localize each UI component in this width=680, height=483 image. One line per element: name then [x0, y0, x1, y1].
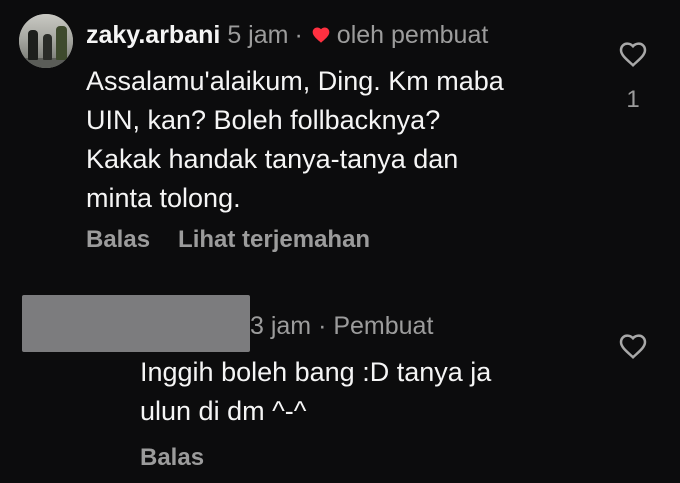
- redacted-avatar-and-username: [22, 295, 250, 352]
- reply-button[interactable]: Balas: [86, 226, 150, 254]
- reply-actions: Balas: [140, 444, 204, 472]
- username[interactable]: zaky.arbani: [86, 21, 220, 50]
- comment-text: Assalamu'alaikum, Ding. Km maba UIN, kan…: [86, 66, 504, 213]
- heart-outline-icon[interactable]: [618, 40, 648, 68]
- see-translation-button[interactable]: Lihat terjemahan: [178, 226, 370, 254]
- comment-header: zaky.arbani 5 jam · oleh pembuat: [86, 17, 488, 53]
- reply-button[interactable]: Balas: [140, 444, 204, 471]
- liked-by-creator-label: oleh pembuat: [336, 20, 489, 49]
- separator: ·: [294, 20, 303, 49]
- heart-outline-icon[interactable]: [618, 332, 648, 360]
- heart-filled-icon: [312, 27, 330, 43]
- comment-thread: zaky.arbani 5 jam · oleh pembuat Assalam…: [0, 0, 680, 483]
- comment-actions: Balas Lihat terjemahan: [86, 226, 370, 254]
- reply-text: Inggih boleh bang :D tanya ja ulun di dm…: [140, 357, 492, 426]
- reply-time-author: 3 jam · Pembuat: [250, 312, 434, 340]
- like-count: 1: [626, 86, 640, 113]
- comment-time: 5 jam: [227, 20, 289, 49]
- avatar[interactable]: [19, 14, 73, 68]
